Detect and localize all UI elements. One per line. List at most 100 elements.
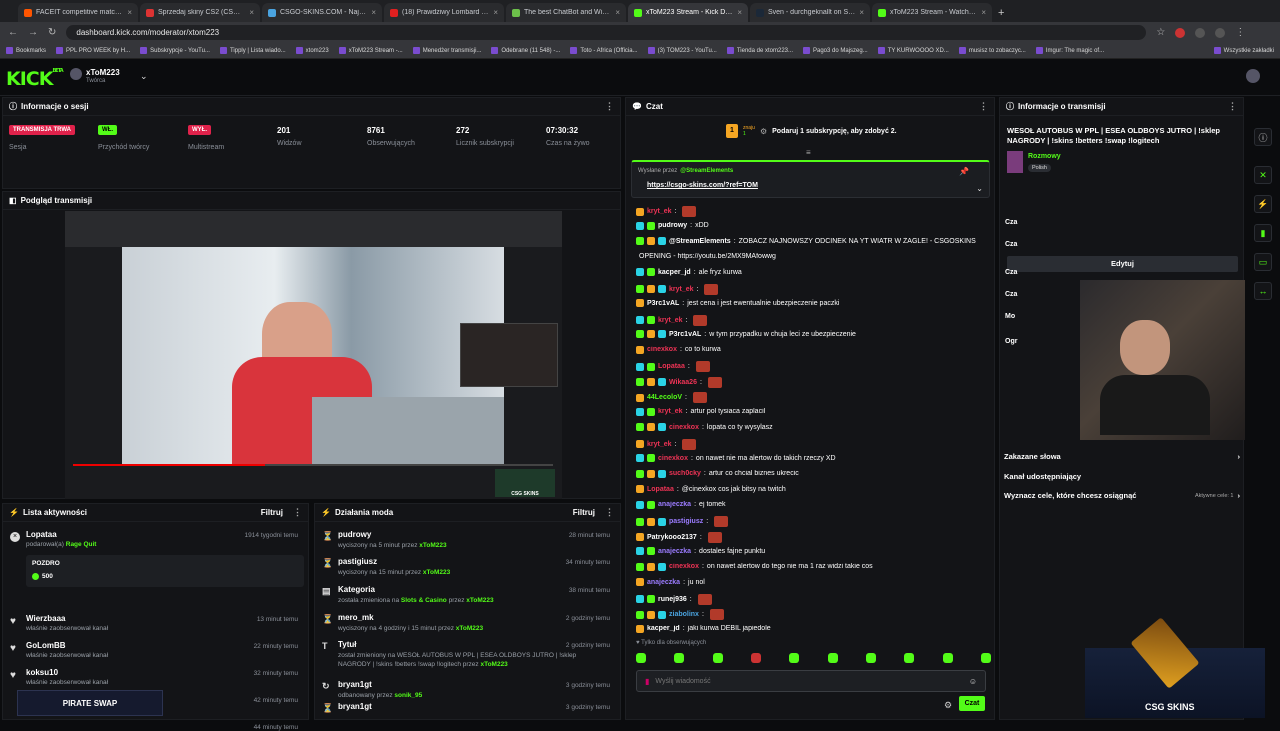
list-item[interactable]: ♥ koksu10 właśnie zaobserwował kanał 32 …	[3, 668, 308, 690]
back-icon[interactable]: ←	[8, 27, 18, 38]
emote-icon[interactable]	[636, 653, 646, 663]
chat-username[interactable]: ziabolinx	[669, 611, 699, 618]
pirateswap-banner[interactable]: PIRATE SWAP	[17, 690, 163, 716]
browser-tab[interactable]: Sven - durchgeknallt on Steam ×	[750, 3, 870, 22]
emote-icon[interactable]	[750, 653, 761, 663]
settings-icon[interactable]: ⚙	[944, 700, 952, 711]
chat-username[interactable]: P3rc1vAL	[669, 331, 701, 338]
more-icon[interactable]: ⋮	[1228, 101, 1237, 112]
new-tab-icon[interactable]: +	[998, 7, 1004, 19]
filter-button[interactable]: Filtruj	[261, 508, 283, 517]
more-icon[interactable]: ⋮	[605, 507, 614, 518]
chat-username[interactable]: kryt_ek	[647, 208, 672, 215]
bookmark-item[interactable]: (3) TOM223 - YouTu...	[647, 47, 717, 54]
chat-message[interactable]: kacper_jd: ale fryz kurwa	[636, 268, 996, 276]
chevron-down-icon[interactable]: ⌄	[140, 71, 148, 82]
url-field[interactable]: dashboard.kick.com/moderator/xtom223	[66, 25, 1147, 40]
close-icon[interactable]: ×	[493, 8, 498, 17]
reload-icon[interactable]: ↻	[48, 27, 56, 38]
bookmark-item[interactable]: xtom223	[295, 47, 329, 54]
chat-username[interactable]: cinexkox	[647, 346, 677, 353]
stream-video[interactable]: CSG SKINS	[65, 211, 562, 499]
collapse-icon[interactable]: ≡	[806, 148, 811, 157]
share-channel-link[interactable]: Kanał udostępniający	[1004, 472, 1240, 481]
multistream-badge[interactable]: WYŁ.	[188, 125, 211, 135]
chat-message[interactable]: Lopataa:	[636, 361, 996, 372]
chat-toggle-icon[interactable]: ✕	[1254, 166, 1272, 184]
sub-goal[interactable]: 1 znaju 1 ⚙ Podaruj 1 subskrypcję, aby zd…	[726, 124, 897, 138]
extension-icon[interactable]	[1175, 27, 1186, 38]
close-icon[interactable]: ×	[371, 8, 376, 17]
chat-message[interactable]: 44LecoloV:	[636, 392, 996, 403]
edit-button[interactable]: Edytuj	[1007, 256, 1238, 272]
bookmark-item[interactable]: Tienda de xtom223...	[726, 47, 793, 54]
bookmark-item[interactable]: Tipply | Lista wiado...	[219, 47, 286, 54]
pin-icon[interactable]: 📌	[959, 167, 969, 176]
close-icon[interactable]: ×	[737, 8, 742, 17]
bookmark-item[interactable]: musisz to zobaczyc...	[958, 47, 1026, 54]
chat-username[interactable]: @StreamElements	[669, 238, 731, 245]
chat-username[interactable]: Lopataa	[647, 486, 674, 493]
settings-label[interactable]: Cza	[1005, 241, 1017, 248]
filter-button[interactable]: Filtruj	[573, 508, 595, 517]
chat-username[interactable]: pastigiusz	[669, 518, 703, 525]
browser-tab[interactable]: xToM223 Stream - Kick Dashbo ×	[628, 3, 748, 22]
chat-message[interactable]: such0cky: artur co chcial biznes ukrecic	[636, 469, 996, 478]
bookmark-item[interactable]: Toto - Africa (Officia...	[570, 47, 638, 54]
chat-message[interactable]: cinexkox: on nawet nie ma alertow do taki…	[636, 454, 996, 462]
chat-username[interactable]: runej936	[658, 596, 687, 603]
close-icon[interactable]: ×	[859, 8, 864, 17]
chat-username[interactable]: kacper_jd	[647, 625, 680, 632]
chat-username[interactable]: such0cky	[669, 470, 701, 477]
close-icon[interactable]: ×	[127, 8, 132, 17]
chat-message[interactable]: cinexkox: lopata co ty wysylasz	[636, 423, 996, 431]
emote-icon[interactable]	[942, 653, 953, 663]
chat-message[interactable]: Lopataa: @cinexkox cos jak bitsy na twitc…	[636, 485, 996, 493]
chat-username[interactable]: 44LecoloV	[647, 394, 682, 401]
emote-icon[interactable]	[827, 653, 838, 663]
chevron-down-icon[interactable]: ⌄	[976, 184, 983, 193]
settings-label[interactable]: Cza	[1005, 269, 1017, 276]
chat-message[interactable]: pudrowy: xDD	[636, 221, 996, 230]
chat-username[interactable]: kacper_jd	[658, 269, 691, 276]
bolt-icon[interactable]: ⚡	[1254, 195, 1272, 213]
expand-icon[interactable]: ↔	[1254, 282, 1272, 300]
chat-message[interactable]: cinexkox: on nawet alertow do tego nie ma…	[636, 562, 996, 571]
goals-link[interactable]: Wyznacz cele, które chcesz osiągnąć Aktyw…	[1004, 491, 1240, 500]
close-icon[interactable]: ×	[981, 8, 986, 17]
bookmark-item[interactable]: PPL PRO WEEK by H...	[56, 47, 130, 54]
browser-tab[interactable]: (18) Prawdziwy Lombard - Odc ×	[384, 3, 504, 22]
browser-tab[interactable]: CSGO-SKINS.COM - Najlepsze ×	[262, 3, 382, 22]
chat-username[interactable]: anajeczka	[658, 548, 691, 555]
extension-icon[interactable]	[1195, 27, 1206, 38]
list-item[interactable]: ♥ Wierzbaaa właśnie zaobserwował kanał 1…	[3, 614, 308, 636]
kick-logo[interactable]: KICKBETA	[6, 68, 64, 90]
bookmark-item[interactable]: Pago3 do Majszeg...	[803, 47, 868, 54]
bookmark-item[interactable]: TY KURWOOOO XD...	[877, 47, 949, 54]
bookmark-item[interactable]: xToM223 Stream -...	[338, 47, 403, 54]
chat-username[interactable]: kryt_ek	[647, 441, 672, 448]
settings-label[interactable]: Mo	[1005, 313, 1015, 320]
chat-message[interactable]: kacper_jd: jaki kurwa DEBIL japiedole	[636, 624, 996, 633]
avatar[interactable]	[70, 68, 82, 80]
chat-username[interactable]: cinexkox	[669, 424, 699, 431]
chat-message[interactable]: Wikaa26:	[636, 376, 996, 388]
chat-message[interactable]: Patrykooo2137:	[636, 531, 996, 543]
chat-message[interactable]: P3rc1vAL: jest cena i jest ewentualnie ub…	[636, 299, 996, 307]
chat-username[interactable]: kryt_ek	[669, 286, 694, 293]
chat-message[interactable]: kryt_ek:	[636, 314, 996, 326]
chat-input[interactable]: ▮ Wyślij wiadomość ☺	[636, 670, 986, 692]
browser-tab[interactable]: FACEIT competitive match - FAC×	[18, 3, 138, 22]
chat-username[interactable]: kryt_ek	[658, 317, 683, 324]
chat-username[interactable]: cinexkox	[658, 455, 688, 462]
menu-icon[interactable]: ⋮	[1235, 27, 1245, 38]
list-item[interactable]: ♥ GoLomBB właśnie zaobserwował kanał 22 …	[3, 641, 308, 663]
chat-message[interactable]: cinexkox: co to kurwa	[636, 345, 996, 354]
mic-icon[interactable]: ▮	[645, 677, 649, 686]
settings-label[interactable]: Cza	[1005, 291, 1017, 298]
star-icon[interactable]: ☆	[1156, 27, 1165, 38]
bookmark-item[interactable]: Imgur: The magic of...	[1035, 47, 1104, 54]
browser-tab[interactable]: Sprzedaj skiny CS2 (CSGO) | N×	[140, 3, 260, 22]
browser-tab[interactable]: The best ChatBot and Widgets ×	[506, 3, 626, 22]
chat-message[interactable]: pastigiusz:	[636, 516, 996, 527]
